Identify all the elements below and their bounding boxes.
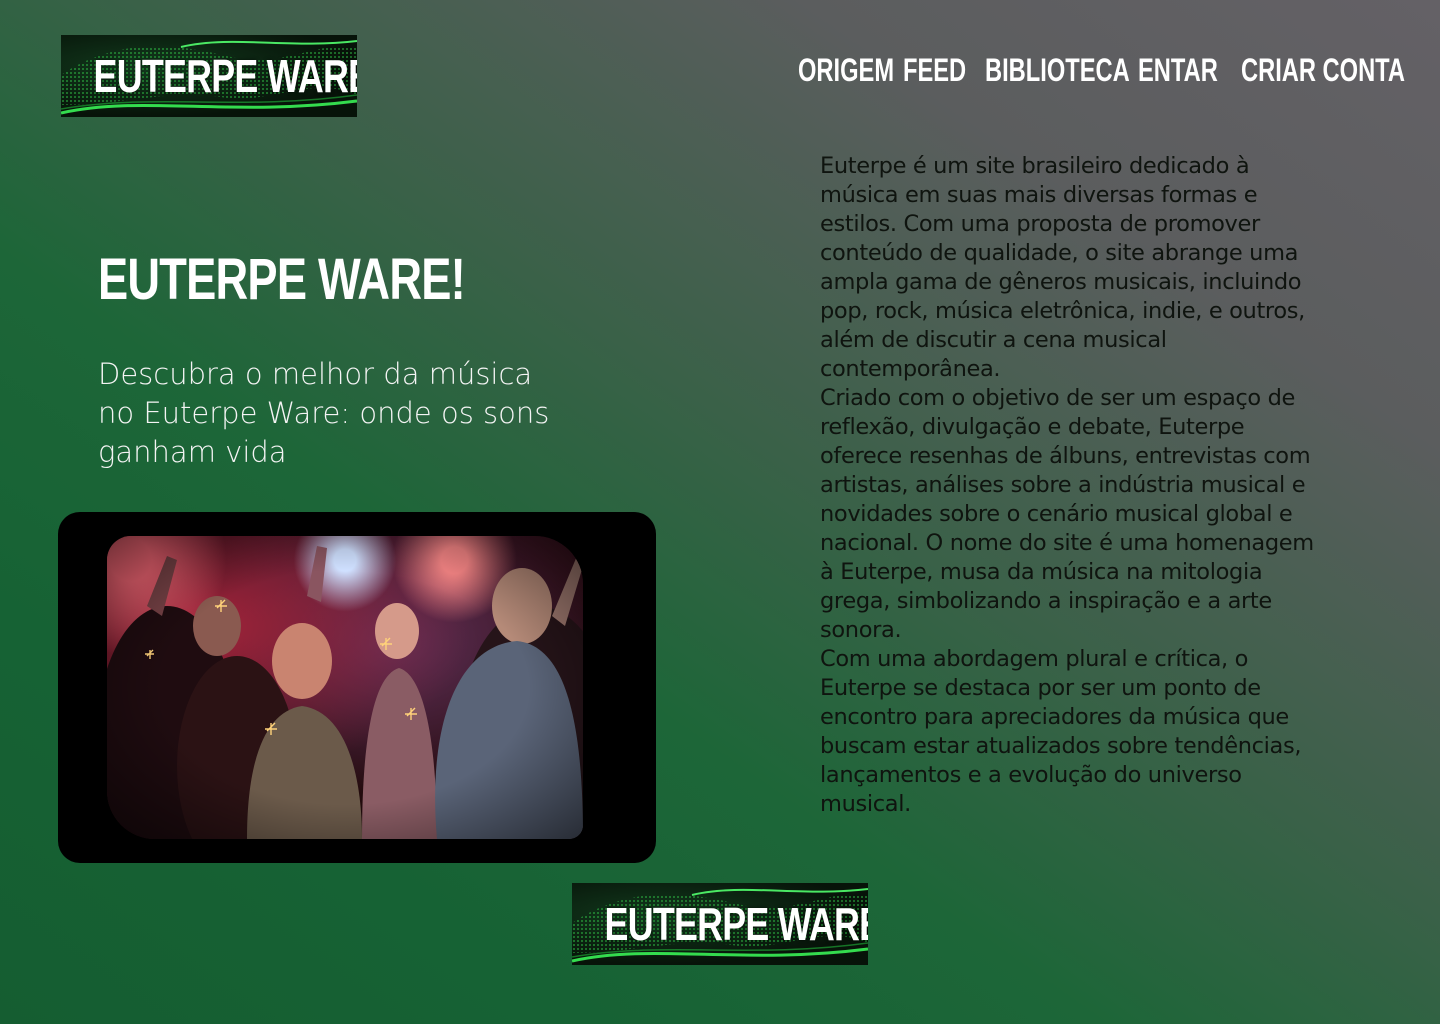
- nav-item-criar-conta[interactable]: CRIAR CONTA: [1241, 52, 1405, 89]
- nav-item-entar[interactable]: ENTAR: [1138, 52, 1218, 89]
- hero-title: EUTERPE WARE!: [98, 247, 466, 312]
- about-text: Euterpe é um site brasileiro dedicado à …: [820, 152, 1325, 819]
- about-paragraph: Criado com o objetivo de ser um espaço d…: [820, 385, 1314, 643]
- nav-item-origem[interactable]: ORIGEM: [798, 52, 894, 89]
- party-photo: [107, 536, 583, 839]
- nav-item-biblioteca[interactable]: BIBLIOTECA: [985, 52, 1130, 89]
- about-paragraph: Com uma abordagem plural e crítica, o Eu…: [820, 646, 1302, 817]
- header-logo[interactable]: EUTERPE WARE: [61, 35, 357, 117]
- about-paragraph: Euterpe é um site brasileiro dedicado à …: [820, 153, 1305, 382]
- footer-logo[interactable]: EUTERPE WARE: [572, 883, 868, 965]
- main-nav: ORIGEM FEED BIBLIOTECA ENTAR CRIAR CONTA: [790, 52, 1405, 92]
- media-card: [58, 512, 656, 863]
- logo-text: EUTERPE WARE: [604, 898, 868, 950]
- nav-item-feed[interactable]: FEED: [903, 52, 966, 89]
- hero-subtitle: Descubra o melhor da música no Euterpe W…: [98, 357, 550, 469]
- party-scene-image: [107, 536, 583, 839]
- logo-text: EUTERPE WARE: [93, 50, 357, 102]
